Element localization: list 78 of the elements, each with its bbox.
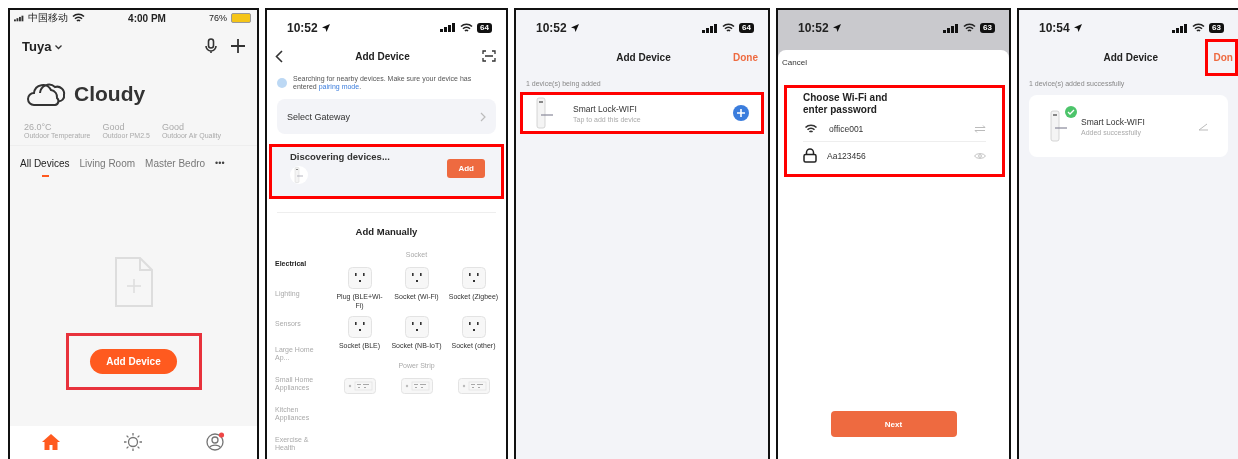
form-heading: Choose Wi-Fi and enter password [803,92,889,116]
status-time: 4:00 PM [128,12,166,24]
battery-icon [231,13,251,23]
search-indicator-icon [277,78,287,88]
location-arrow-icon [321,23,330,32]
room-tab[interactable]: Living Room [79,158,136,177]
location-arrow-icon [570,24,579,32]
network-field[interactable]: office001 [829,122,964,136]
chevron-right-icon [480,111,486,122]
wifi-icon [963,23,977,33]
cancel-button[interactable]: Cancel [778,50,811,67]
done-button[interactable]: Don [1204,38,1238,76]
more-button[interactable]: ••• [215,158,225,168]
battery-level: 64 [739,23,754,33]
chevron-down-icon [55,44,63,50]
socket-icon[interactable] [404,267,429,289]
smart-lock-icon [290,166,308,185]
power-strip-icon[interactable] [400,378,433,394]
status-time: 10:52 [798,21,829,35]
signal-icon [943,23,960,33]
room-tab[interactable]: All Devices [20,158,70,177]
select-gateway-row[interactable]: Select Gateway [277,99,496,135]
screen-title: Add Device [1103,51,1158,63]
stat-value: Good [102,122,126,132]
device-name: Smart Lock-WIFI [573,103,638,114]
location-arrow-icon [1073,24,1082,32]
signal-icon [702,23,719,33]
socket-icon[interactable] [347,316,372,338]
socket-icon[interactable] [461,316,486,338]
stat-value: 26.0°C [24,122,53,132]
socket-icon[interactable] [347,267,372,289]
battery-level: 63 [1209,23,1224,33]
wifi-icon [1192,23,1206,33]
section-title: Add Manually [354,225,419,237]
socket-icon[interactable] [461,267,486,289]
device-name: Smart Lock-WIFI [1081,116,1146,127]
sun-icon[interactable] [124,432,142,451]
scan-icon[interactable] [482,50,496,63]
battery-level: 64 [477,22,492,33]
stat-value: Good [161,122,185,132]
carrier-name: 中国移动 [28,11,68,25]
back-icon[interactable] [275,49,283,63]
battery-level: 63 [980,23,995,33]
signal-icon [1172,23,1189,33]
password-field[interactable]: Aa123456 [827,148,964,163]
wifi-icon [803,124,819,134]
person-icon[interactable] [206,432,225,451]
socket-icon[interactable] [404,316,429,338]
screen-title: Add Device [616,51,671,63]
status-time: 10:54 [1039,21,1070,35]
home-selector[interactable]: Tuya [22,38,63,54]
status-time: 10:52 [536,21,567,35]
room-tab[interactable]: Master Bedro [145,158,206,177]
next-button[interactable]: Next [830,411,957,437]
battery-percent: 76% [209,13,227,23]
add-device-button[interactable]: Add Device [90,349,177,374]
discovering-title: Discovering devices... [290,151,390,163]
status-time: 10:52 [287,20,318,35]
signal-icon [440,23,457,33]
location-arrow-icon [832,24,841,32]
document-plus-icon [112,255,155,309]
signal-icon [14,13,24,23]
smart-lock-icon [535,97,555,129]
add-icon[interactable] [231,39,245,53]
wifi-icon [72,13,85,23]
done-button[interactable]: Done [733,51,758,63]
weather-text: Cloudy [74,82,146,106]
power-strip-icon[interactable] [343,378,376,394]
power-strip-icon[interactable] [457,378,490,394]
wifi-icon [722,23,736,33]
microphone-icon[interactable] [205,38,217,54]
add-button[interactable]: Add [447,159,485,179]
wifi-icon [460,22,474,33]
lock-icon [803,148,817,163]
home-icon[interactable] [42,432,60,451]
screen-title: Add Device [355,50,410,62]
smart-lock-icon [1049,110,1069,142]
check-icon [1065,106,1077,118]
